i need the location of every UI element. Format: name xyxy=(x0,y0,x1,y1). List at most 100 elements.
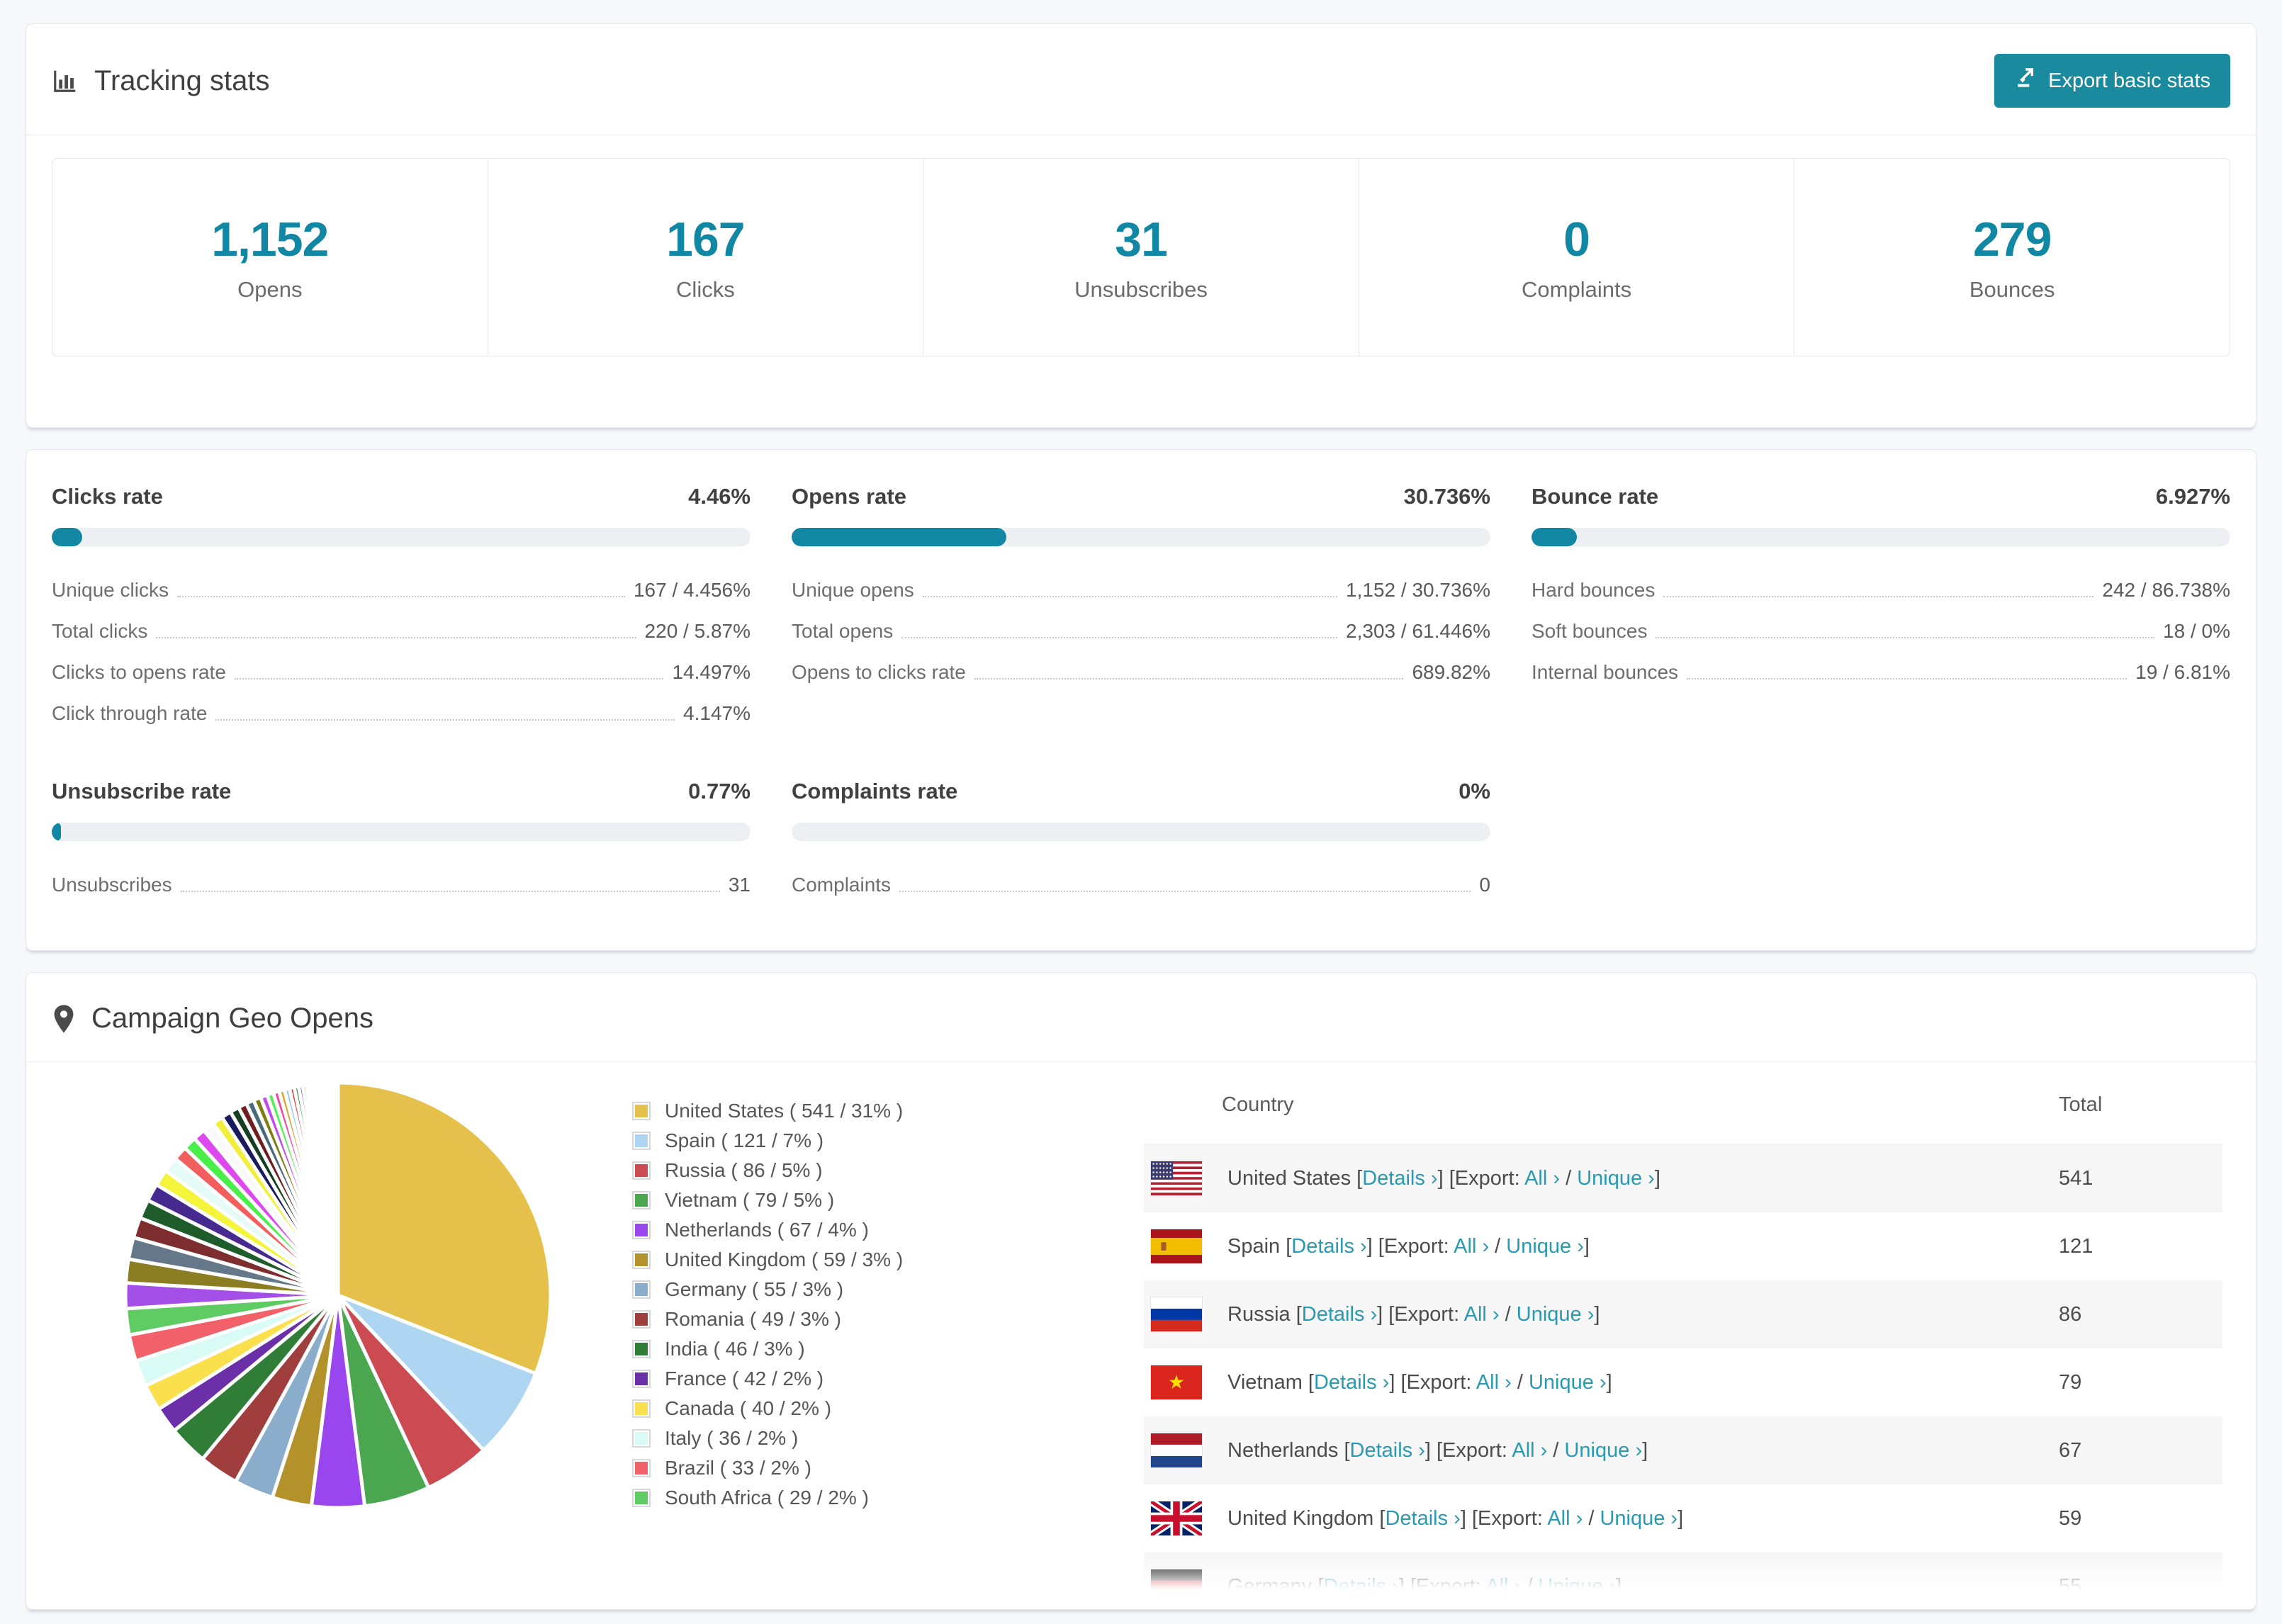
export-unique-link[interactable]: Unique › xyxy=(1600,1507,1677,1530)
legend-label: South Africa ( 29 / 2% ) xyxy=(665,1487,869,1509)
legend-item-italy: Italy ( 36 / 2% ) xyxy=(632,1423,903,1453)
export-basic-stats-button[interactable]: Export basic stats xyxy=(1994,54,2230,108)
geo-row-russia: Russia [Details ›] [Export: All › / Uniq… xyxy=(1144,1280,2222,1348)
geo-row-germany: Germany [Details ›] [Export: All › / Uni… xyxy=(1144,1552,2222,1609)
details-link[interactable]: Details › xyxy=(1323,1575,1398,1598)
rate-row-value: 689.82% xyxy=(1412,661,1490,683)
geo-header: Campaign Geo Opens xyxy=(26,973,2256,1062)
rate-section-bounce-rate: Bounce rate 6.927% Hard bounces 242 / 86… xyxy=(1531,484,2230,729)
rate-title: Unsubscribe rate xyxy=(52,779,232,803)
geo-row-total: 79 xyxy=(2059,1370,2082,1394)
country-column-header: Country xyxy=(1222,1093,1294,1116)
geo-pie-chart[interactable] xyxy=(122,1079,554,1511)
legend-swatch xyxy=(632,1310,651,1329)
stat-tile-complaints: 0 Complaints xyxy=(1358,159,1794,356)
stat-value: 0 xyxy=(1563,213,1590,266)
details-link[interactable]: Details › xyxy=(1314,1371,1389,1394)
export-all-link[interactable]: All › xyxy=(1476,1371,1512,1394)
legend-item-russia: Russia ( 86 / 5% ) xyxy=(632,1156,903,1185)
export-unique-link[interactable]: Unique › xyxy=(1517,1303,1595,1326)
rate-progress-fill xyxy=(1531,528,1578,546)
export-all-link[interactable]: All › xyxy=(1485,1575,1521,1598)
rate-row-label: Opens to clicks rate xyxy=(792,661,966,683)
flag-icon-ru xyxy=(1151,1297,1202,1331)
export-all-link[interactable]: All › xyxy=(1454,1235,1489,1258)
rate-row-unique-clicks: Unique clicks 167 / 4.456% xyxy=(52,565,751,606)
geo-row-spain: Spain [Details ›] [Export: All › / Uniqu… xyxy=(1144,1212,2222,1280)
legend-swatch xyxy=(632,1459,651,1477)
export-unique-link[interactable]: Unique › xyxy=(1577,1167,1655,1190)
rate-row-label: Click through rate xyxy=(52,702,208,724)
rate-percent: 30.736% xyxy=(1403,484,1490,509)
rate-row-value: 220 / 5.87% xyxy=(644,620,751,642)
details-link[interactable]: Details › xyxy=(1302,1303,1377,1326)
geo-row-total: 55 xyxy=(2059,1574,2082,1598)
stat-value: 279 xyxy=(1972,213,2052,266)
legend-item-canada: Canada ( 40 / 2% ) xyxy=(632,1394,903,1423)
geo-title-text: Campaign Geo Opens xyxy=(91,1003,374,1034)
dotted-leader xyxy=(901,637,1338,638)
stat-value: 31 xyxy=(1115,213,1168,266)
rate-row-label: Complaints xyxy=(792,874,892,896)
geo-row-total: 67 xyxy=(2059,1438,2082,1462)
dotted-leader xyxy=(922,596,1338,597)
rate-row-label: Clicks to opens rate xyxy=(52,661,226,683)
legend-label: Romania ( 49 / 3% ) xyxy=(665,1308,841,1330)
geo-row-total: 86 xyxy=(2059,1302,2082,1326)
tracking-stats-card: Tracking stats Export basic stats 1,152 … xyxy=(26,23,2256,428)
rate-row-unsubscribes: Unsubscribes 31 xyxy=(52,859,751,901)
geo-card: Campaign Geo Opens United States ( 541 /… xyxy=(26,972,2256,1610)
legend-label: United Kingdom ( 59 / 3% ) xyxy=(665,1248,904,1270)
tracking-stats-title: Tracking stats xyxy=(52,65,269,97)
export-all-link[interactable]: All › xyxy=(1547,1507,1583,1530)
details-link[interactable]: Details › xyxy=(1291,1235,1366,1258)
rate-row-label: Hard bounces xyxy=(1531,579,1656,601)
rate-row-unique-opens: Unique opens 1,152 / 30.736% xyxy=(792,565,1490,606)
legend-label: Brazil ( 33 / 2% ) xyxy=(665,1457,811,1479)
rate-percent: 4.46% xyxy=(688,484,751,509)
flag-icon-de xyxy=(1151,1569,1202,1603)
pie-slice[interactable] xyxy=(335,1081,340,1297)
export-all-link[interactable]: All › xyxy=(1464,1303,1500,1326)
rate-row-value: 19 / 6.81% xyxy=(2135,661,2230,683)
export-unique-link[interactable]: Unique › xyxy=(1529,1371,1607,1394)
legend-item-vietnam: Vietnam ( 79 / 5% ) xyxy=(632,1185,903,1215)
stat-label: Clicks xyxy=(676,277,735,302)
bar-chart-icon xyxy=(52,67,79,94)
details-link[interactable]: Details › xyxy=(1362,1167,1437,1190)
details-link[interactable]: Details › xyxy=(1350,1439,1425,1462)
details-link[interactable]: Details › xyxy=(1385,1507,1460,1530)
total-column-header: Total xyxy=(2059,1093,2103,1116)
legend-label: Spain ( 121 / 7% ) xyxy=(665,1129,824,1151)
dotted-leader xyxy=(974,678,1404,680)
export-all-link[interactable]: All › xyxy=(1512,1439,1547,1462)
legend-item-united-states: United States ( 541 / 31% ) xyxy=(632,1096,903,1126)
rate-progress-fill xyxy=(792,528,1006,546)
rates-grid: Clicks rate 4.46% Unique clicks 167 / 4.… xyxy=(52,484,2230,901)
flag-icon-gb xyxy=(1151,1501,1202,1535)
legend-swatch xyxy=(632,1340,651,1358)
rate-percent: 0% xyxy=(1458,779,1490,803)
stat-tile-bounces: 279 Bounces xyxy=(1794,159,2230,356)
geo-row-united-states: United States [Details ›] [Export: All ›… xyxy=(1144,1144,2222,1212)
legend-swatch xyxy=(632,1251,651,1269)
stat-value: 167 xyxy=(666,213,745,266)
geo-row-total: 121 xyxy=(2059,1234,2093,1258)
export-unique-link[interactable]: Unique › xyxy=(1506,1235,1584,1258)
page: Tracking stats Export basic stats 1,152 … xyxy=(0,0,2282,1610)
export-unique-link[interactable]: Unique › xyxy=(1538,1575,1616,1598)
rate-row-click-through-rate: Click through rate 4.147% xyxy=(52,688,751,729)
legend-label: Canada ( 40 / 2% ) xyxy=(665,1397,832,1419)
geo-row-netherlands: Netherlands [Details ›] [Export: All › /… xyxy=(1144,1416,2222,1484)
legend-swatch xyxy=(632,1191,651,1209)
geo-row-text: Vietnam [Details ›] [Export: All › / Uni… xyxy=(1227,1370,1612,1394)
geo-row-united-kingdom: United Kingdom [Details ›] [Export: All … xyxy=(1144,1484,2222,1552)
rate-title: Complaints rate xyxy=(792,779,958,803)
export-unique-link[interactable]: Unique › xyxy=(1564,1439,1642,1462)
legend-label: Vietnam ( 79 / 5% ) xyxy=(665,1189,835,1211)
rate-section-unsubscribe-rate: Unsubscribe rate 0.77% Unsubscribes 31 xyxy=(52,779,751,901)
legend-swatch xyxy=(632,1489,651,1507)
legend-item-spain: Spain ( 121 / 7% ) xyxy=(632,1126,903,1156)
stat-tile-clicks: 167 Clicks xyxy=(487,159,923,356)
export-all-link[interactable]: All › xyxy=(1524,1167,1560,1190)
